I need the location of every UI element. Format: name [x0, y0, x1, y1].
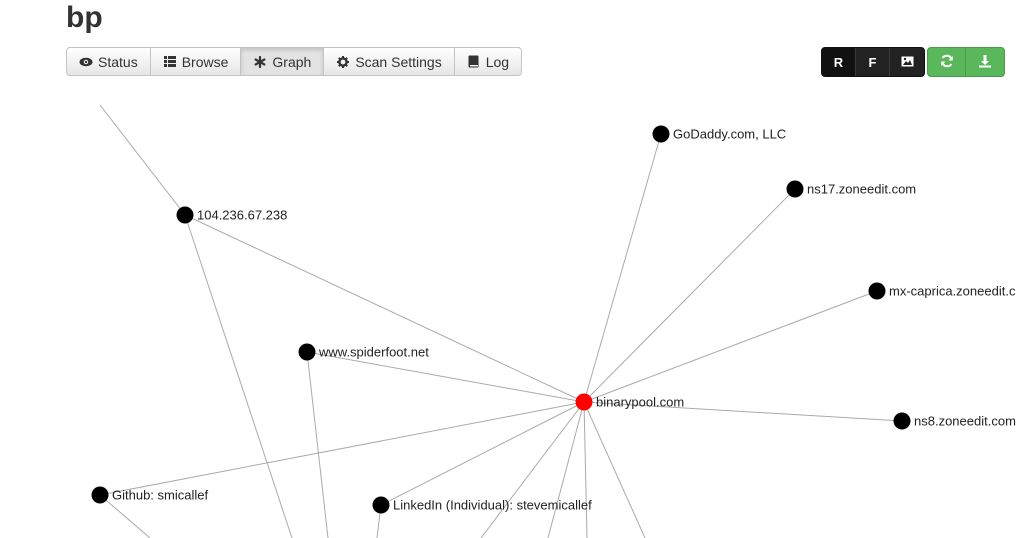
- graph-edge: [583, 401, 588, 538]
- node-label: LinkedIn (Individual): stevemicallef: [393, 498, 592, 513]
- graph-node-godaddy[interactable]: GoDaddy.com, LLC: [652, 125, 787, 143]
- node-label: binarypool.com: [596, 395, 684, 410]
- graph-edge: [480, 401, 585, 538]
- root-node-dot[interactable]: [575, 393, 593, 411]
- node-label: mx-caprica.zoneedit.c: [889, 284, 1016, 299]
- graph-node-ip[interactable]: 104.236.67.238: [176, 206, 288, 224]
- node-dot[interactable]: [786, 180, 804, 198]
- node-dot[interactable]: [893, 412, 911, 430]
- graph-edge: [583, 133, 662, 403]
- graph-edge: [306, 351, 329, 538]
- node-dot[interactable]: [868, 282, 886, 300]
- node-label: ns8.zoneedit.com: [914, 414, 1016, 429]
- graph-edge: [583, 401, 646, 538]
- graph-edge: [99, 104, 186, 216]
- node-label: 104.236.67.238: [197, 208, 287, 223]
- graph-edge: [184, 214, 585, 403]
- node-dot[interactable]: [176, 206, 194, 224]
- entity-graph[interactable]: binarypool.com GoDaddy.com, LLC ns17.zonee…: [0, 0, 1025, 538]
- graph-edge: [306, 351, 585, 403]
- graph-edge: [583, 290, 878, 403]
- graph-nodes: binarypool.com GoDaddy.com, LLC ns17.zonee…: [91, 125, 1016, 514]
- node-label: ns17.zoneedit.com: [807, 182, 916, 197]
- graph-node-mxcaprica[interactable]: mx-caprica.zoneedit.c: [868, 282, 1016, 300]
- graph-node-root[interactable]: binarypool.com: [575, 393, 685, 411]
- node-label: Github: smicallef: [112, 488, 208, 503]
- node-label: GoDaddy.com, LLC: [673, 127, 786, 142]
- graph-edge: [583, 188, 796, 403]
- node-dot[interactable]: [652, 125, 670, 143]
- graph-edge: [547, 401, 585, 538]
- graph-node-spiderfoot[interactable]: www.spiderfoot.net: [298, 343, 430, 361]
- graph-node-ns17[interactable]: ns17.zoneedit.com: [786, 180, 917, 198]
- node-label: www.spiderfoot.net: [318, 345, 429, 360]
- node-dot[interactable]: [298, 343, 316, 361]
- graph-edge: [99, 401, 585, 496]
- graph-node-ns8[interactable]: ns8.zoneedit.com: [893, 412, 1016, 430]
- node-dot[interactable]: [91, 486, 109, 504]
- node-dot[interactable]: [372, 496, 390, 514]
- graph-node-github[interactable]: Github: smicallef: [91, 486, 209, 504]
- graph-edge: [380, 401, 585, 506]
- graph-node-linkedin[interactable]: LinkedIn (Individual): stevemicallef: [372, 496, 593, 514]
- graph-edges: [99, 104, 903, 538]
